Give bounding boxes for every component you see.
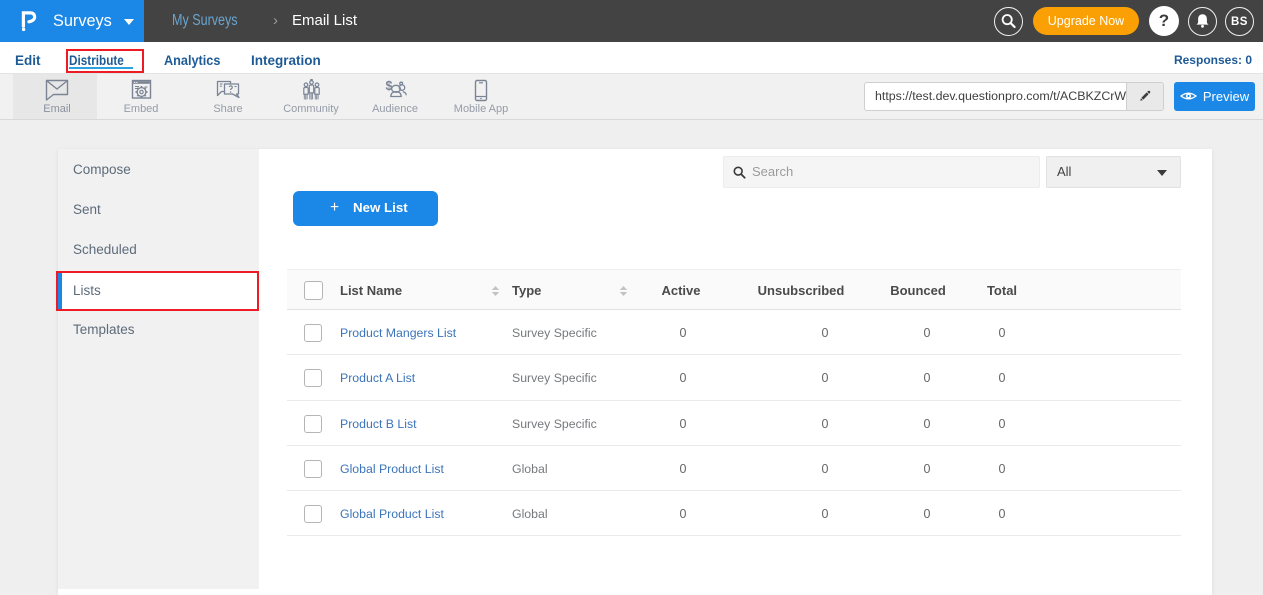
svg-text:$: $ <box>386 79 393 93</box>
